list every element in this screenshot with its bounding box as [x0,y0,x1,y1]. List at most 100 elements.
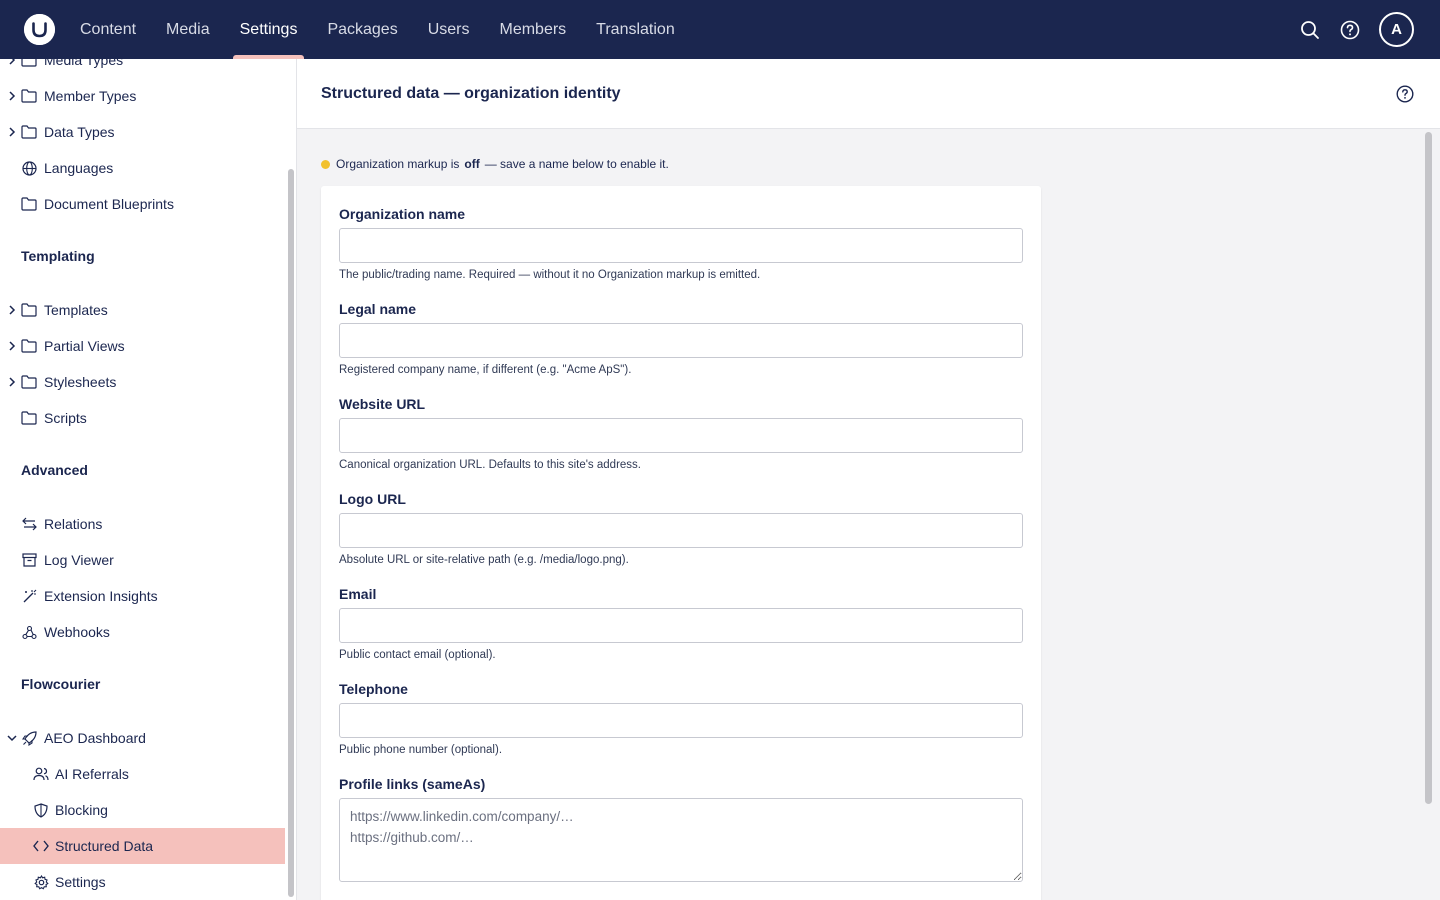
telephone-input[interactable] [339,703,1023,738]
sidebar-item-label: AEO Dashboard [44,730,146,746]
status-suffix: — save a name below to enable it. [484,157,669,171]
top-actions: A [1290,0,1414,59]
chevron-right-icon[interactable] [7,377,17,387]
sidebar-item-label: Stylesheets [44,374,117,390]
sidebar-item-templates[interactable]: Templates [0,292,285,328]
page-help-button[interactable] [1396,85,1414,103]
sidebar-item-label: AI Referrals [55,766,129,782]
chevron-right-icon[interactable] [7,305,17,315]
status-prefix: Organization markup is [336,157,460,171]
sidebar-item-label: Member Types [44,88,137,104]
sidebar-item-relations[interactable]: Relations [0,506,285,542]
sidebar-item-extension-insights[interactable]: Extension Insights [0,578,285,614]
email-hint: Public contact email (optional). [339,649,496,661]
sidebar-scrollbar[interactable] [288,169,294,897]
email-input[interactable] [339,608,1023,643]
sidebar-item-languages[interactable]: Languages [0,150,285,186]
chevron-right-icon[interactable] [7,341,17,351]
webhook-icon [21,624,37,640]
code-icon [33,838,49,854]
chevron-right-icon[interactable] [7,91,17,101]
umbraco-logo[interactable] [24,14,55,45]
sidebar-heading-flowcourier: Flowcourier [21,676,101,692]
folder-icon [21,59,37,68]
sidebar-item-stylesheets[interactable]: Stylesheets [0,364,285,400]
status-state: off [464,157,480,171]
logo-url-input[interactable] [339,513,1023,548]
folder-icon [21,302,37,318]
sidebar-item-webhooks[interactable]: Webhooks [0,614,285,650]
organization-name-hint: The public/trading name. Required — with… [339,269,761,281]
top-navigation-bar: Content Media Settings Packages Users Me… [0,0,1440,59]
folder-icon [21,410,37,426]
nav-settings[interactable]: Settings [225,0,313,59]
telephone-label: Telephone [339,681,408,697]
main-panel: Structured data — organization identity … [297,59,1440,900]
sidebar-item-label: Extension Insights [44,588,158,604]
gear-icon [33,874,49,890]
telephone-hint: Public phone number (optional). [339,744,503,756]
sidebar-item-label: Data Types [44,124,115,140]
main-scrollbar[interactable] [1425,132,1432,804]
sidebar-item-label: Structured Data [55,838,154,854]
user-avatar[interactable]: A [1379,12,1414,47]
chevron-down-icon[interactable] [7,733,17,743]
sidebar-item-data-types[interactable]: Data Types [0,114,285,150]
sidebar-heading-templating: Templating [21,248,95,264]
archive-icon [21,552,37,568]
sidebar-item-label: Scripts [44,410,87,426]
rocket-icon [21,730,37,746]
nav-content[interactable]: Content [65,0,151,59]
organization-name-label: Organization name [339,206,466,222]
sidebar-item-structured-data[interactable]: Structured Data [0,828,285,864]
folder-icon [21,374,37,390]
profile-links-textarea[interactable] [339,798,1023,882]
sidebar-item-document-blueprints[interactable]: Document Blueprints [0,186,285,222]
organization-name-input[interactable] [339,228,1023,263]
sidebar-item-label: Languages [44,160,114,176]
help-icon [1396,85,1414,103]
sidebar-item-log-viewer[interactable]: Log Viewer [0,542,285,578]
sidebar-heading-advanced: Advanced [21,462,88,478]
sidebar-item-member-types[interactable]: Member Types [0,78,285,114]
sidebar-item-label: Log Viewer [44,552,114,568]
folder-icon [21,338,37,354]
sidebar-item-settings[interactable]: Settings [0,864,285,900]
email-label: Email [339,586,377,602]
sidebar-item-ai-referrals[interactable]: AI Referrals [0,756,285,792]
markup-status: Organization markup is off — save a name… [321,157,669,171]
sidebar-item-label: Settings [55,874,106,890]
chevron-right-icon[interactable] [7,59,17,65]
help-icon [1340,20,1360,39]
logo-url-label: Logo URL [339,491,406,507]
nav-media[interactable]: Media [151,0,225,59]
nav-packages[interactable]: Packages [312,0,412,59]
legal-name-hint: Registered company name, if different (e… [339,364,632,376]
website-url-hint: Canonical organization URL. Defaults to … [339,459,641,471]
sidebar-item-scripts[interactable]: Scripts [0,400,285,436]
sidebar-item-label: Relations [44,516,103,532]
folder-icon [21,124,37,140]
help-button[interactable] [1330,10,1370,50]
organization-form-card: Organization name The public/trading nam… [321,186,1041,900]
website-url-input[interactable] [339,418,1023,453]
nav-members[interactable]: Members [484,0,581,59]
website-url-label: Website URL [339,396,426,412]
chevron-right-icon[interactable] [7,127,17,137]
nav-users[interactable]: Users [413,0,485,59]
sidebar-item-label: Document Blueprints [44,196,174,212]
folder-icon [21,88,37,104]
folder-icon [21,196,37,212]
search-button[interactable] [1290,10,1330,50]
sidebar-item-blocking[interactable]: Blocking [0,792,285,828]
sidebar-item-partial-views[interactable]: Partial Views [0,328,285,364]
profile-links-label: Profile links (sameAs) [339,776,486,792]
main-header: Structured data — organization identity [297,59,1440,129]
sidebar-item-media-types[interactable]: Media Types [0,59,285,78]
nav-translation[interactable]: Translation [581,0,690,59]
sidebar-item-label: Templates [44,302,108,318]
umbraco-logo-icon [24,14,55,45]
sidebar-item-aeo-dashboard[interactable]: AEO Dashboard [0,720,285,756]
legal-name-input[interactable] [339,323,1023,358]
arrows-icon [21,516,37,532]
